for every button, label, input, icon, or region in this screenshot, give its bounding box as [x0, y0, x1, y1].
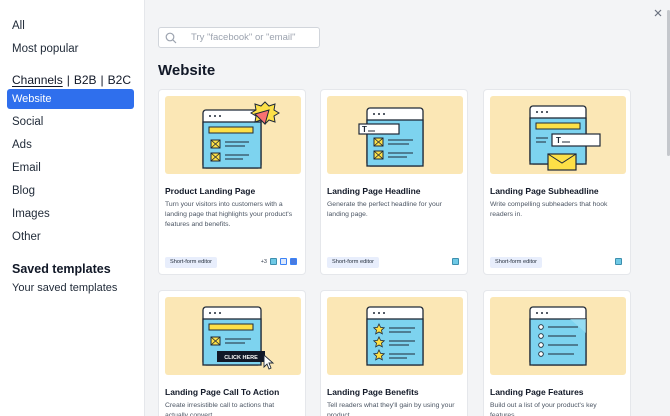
- channels-separator: |: [100, 73, 104, 87]
- card-description: Turn your visitors into customers with a…: [165, 201, 293, 228]
- search-box: [158, 27, 320, 48]
- sidebar-item-website[interactable]: Website: [7, 89, 134, 109]
- close-icon: [654, 4, 662, 22]
- social-channel-icon: [280, 258, 287, 265]
- close-button[interactable]: [651, 6, 665, 20]
- sidebar-item-ads[interactable]: Ads: [12, 139, 32, 151]
- channel-badges: +3: [261, 258, 297, 265]
- card-illustration: T: [490, 96, 626, 174]
- website-channel-icon: [615, 258, 622, 265]
- search-input[interactable]: [191, 32, 316, 43]
- editor-tag: Short-form editor: [490, 257, 542, 268]
- editor-tag: Short-form editor: [165, 257, 217, 268]
- channel-badges: [615, 258, 622, 265]
- svg-text:T: T: [362, 125, 367, 134]
- sidebar-item-blog[interactable]: Blog: [12, 185, 35, 197]
- channels-link[interactable]: Channels: [12, 73, 63, 87]
- section-title: Website: [158, 62, 216, 79]
- card-illustration: [165, 96, 301, 174]
- channels-filter: Channels | B2B | B2C: [12, 73, 131, 87]
- search-icon: [159, 28, 183, 47]
- card-description: Build out a list of your product's key f…: [490, 402, 597, 416]
- channels-separator: |: [66, 73, 70, 87]
- sidebar-item-social[interactable]: Social: [12, 116, 43, 128]
- card-description: Tell readers what they'll gain by using …: [327, 402, 455, 416]
- extra-channels-count: +3: [260, 258, 267, 265]
- ads-channel-icon: [290, 258, 297, 265]
- card-title: Product Landing Page: [165, 186, 256, 196]
- svg-text:T: T: [556, 136, 561, 145]
- card-illustration: [327, 297, 463, 375]
- card-illustration: T: [327, 96, 463, 174]
- editor-tag: Short-form editor: [327, 257, 379, 268]
- website-channel-icon: [270, 258, 277, 265]
- sidebar-item-most-popular[interactable]: Most popular: [12, 43, 78, 55]
- sidebar-item-other[interactable]: Other: [12, 231, 41, 243]
- card-description: Write compelling subheaders that hook re…: [490, 201, 608, 218]
- card-title: Landing Page Subheadline: [490, 186, 599, 196]
- template-card-product-landing-page[interactable]: Product Landing Page Turn your visitors …: [158, 89, 306, 275]
- sidebar-item-all[interactable]: All: [12, 20, 25, 32]
- sidebar-item-images[interactable]: Images: [12, 208, 50, 220]
- template-card-landing-page-features[interactable]: Landing Page Features Build out a list o…: [483, 290, 631, 416]
- card-title: Landing Page Benefits: [327, 387, 419, 397]
- channel-b2b-link[interactable]: B2B: [74, 73, 97, 87]
- card-title: Landing Page Headline: [327, 186, 421, 196]
- sidebar: All Most popular Channels | B2B | B2C We…: [0, 0, 145, 416]
- template-card-landing-page-benefits[interactable]: Landing Page Benefits Tell readers what …: [320, 290, 468, 416]
- sidebar-item-email[interactable]: Email: [12, 162, 41, 174]
- card-title: Landing Page Features: [490, 387, 584, 397]
- channel-b2c-link[interactable]: B2C: [108, 73, 131, 87]
- card-illustration: [490, 297, 626, 375]
- template-card-landing-page-headline[interactable]: T Landing Page Headline Generate the per…: [320, 89, 468, 275]
- template-card-landing-page-subheadline[interactable]: T Landing Page Subheadline Write compell…: [483, 89, 631, 275]
- card-description: Generate the perfect headline for your l…: [327, 201, 442, 218]
- channel-badges: [452, 258, 459, 265]
- template-card-landing-page-call-to-action[interactable]: CLICK HERE Landing Page Call To Action C…: [158, 290, 306, 416]
- card-description: Create irresistible call to actions that…: [165, 402, 275, 416]
- card-illustration: CLICK HERE: [165, 297, 301, 375]
- card-title: Landing Page Call To Action: [165, 387, 280, 397]
- cta-illustration-text: CLICK HERE: [224, 355, 258, 361]
- saved-templates-heading: Saved templates: [12, 262, 111, 276]
- website-channel-icon: [452, 258, 459, 265]
- sidebar-item-saved-templates[interactable]: Your saved templates: [12, 282, 117, 294]
